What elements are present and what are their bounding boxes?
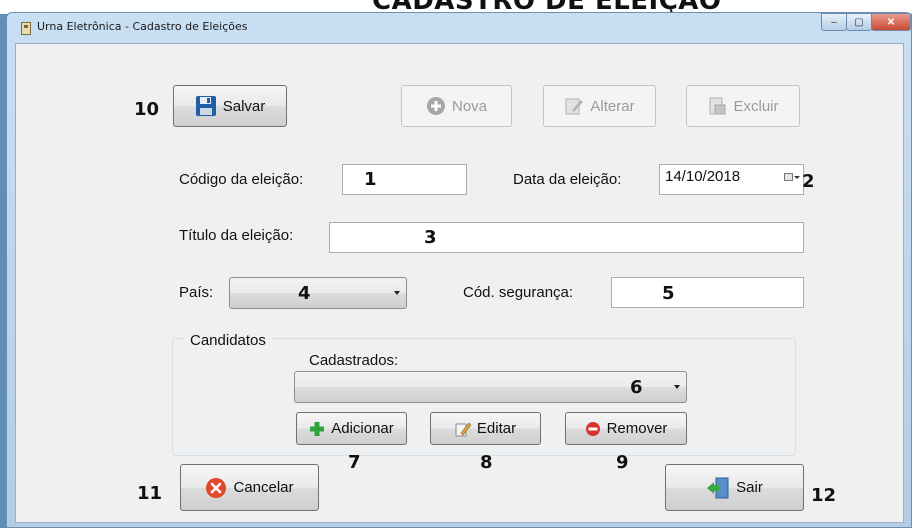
save-button[interactable]: Salvar	[173, 85, 287, 127]
window-title: Urna Eletrônica - Cadastro de Eleições	[37, 20, 248, 33]
candidates-group-title: Candidatos	[184, 332, 272, 350]
title-label: Título da eleição:	[179, 227, 294, 244]
minimize-button[interactable]: –	[821, 13, 847, 31]
date-value: 14/10/2018	[665, 168, 741, 185]
annotation-6: 6	[630, 377, 643, 398]
annotation-3: 3	[424, 227, 437, 248]
add-candidate-button[interactable]: Adicionar	[296, 412, 407, 445]
remove-candidate-label: Remover	[606, 420, 668, 437]
country-label: País:	[179, 284, 214, 301]
registered-label: Cadastrados:	[309, 352, 399, 369]
cancel-button[interactable]: Cancelar	[180, 464, 319, 511]
date-picker[interactable]: 14/10/2018	[659, 164, 804, 195]
delete-document-icon	[709, 97, 726, 115]
app-window: Urna Eletrônica - Cadastro de Eleições –…	[6, 12, 912, 528]
title-bar: Urna Eletrônica - Cadastro de Eleições –…	[7, 13, 911, 43]
calendar-icon[interactable]	[784, 173, 793, 181]
new-button[interactable]: Nova	[401, 85, 512, 127]
chevron-down-icon	[794, 176, 800, 179]
close-button[interactable]: ✕	[871, 13, 911, 31]
save-button-label: Salvar	[222, 97, 266, 115]
annotation-7: 7	[348, 452, 361, 473]
ballot-box-icon	[21, 22, 31, 35]
edit-record-label: Alterar	[590, 97, 635, 115]
add-candidate-label: Adicionar	[331, 420, 394, 437]
green-plus-icon	[310, 421, 325, 436]
cancel-button-label: Cancelar	[233, 479, 294, 496]
plus-circle-icon	[426, 97, 445, 115]
delete-button-label: Excluir	[733, 97, 779, 115]
security-label: Cód. segurança:	[463, 284, 574, 301]
security-code-input[interactable]	[611, 277, 804, 308]
delete-button[interactable]: Excluir	[686, 85, 800, 127]
chevron-down-icon	[674, 385, 680, 389]
edit-candidate-label: Editar	[476, 420, 517, 437]
title-input[interactable]	[329, 222, 804, 253]
remove-candidate-button[interactable]: Remover	[565, 412, 687, 445]
new-button-label: Nova	[451, 97, 488, 115]
form-area: 10 Salvar Nova Alterar Excluir Código da…	[15, 43, 904, 523]
edit-record-button[interactable]: Alterar	[543, 85, 656, 127]
country-select[interactable]	[229, 277, 407, 309]
annotation-10: 10	[134, 99, 160, 120]
exit-button-label: Sair	[736, 479, 763, 496]
pencil-document-icon	[565, 98, 584, 115]
exit-door-icon	[707, 477, 729, 498]
annotation-2: 2	[802, 171, 815, 192]
red-x-icon	[206, 477, 227, 498]
annotation-12: 12	[811, 485, 837, 506]
floppy-disk-icon	[195, 96, 216, 116]
registered-candidates-select[interactable]	[294, 371, 687, 403]
date-label: Data da eleição:	[513, 171, 622, 188]
maximize-button[interactable]: ▢	[846, 13, 872, 31]
code-label: Código da eleição:	[179, 171, 304, 188]
annotation-4: 4	[298, 283, 311, 304]
exit-button[interactable]: Sair	[665, 464, 804, 511]
window-controls: – ▢ ✕	[821, 13, 911, 33]
code-input[interactable]	[342, 164, 467, 195]
chevron-down-icon	[394, 291, 400, 295]
red-minus-icon	[585, 421, 600, 436]
pencil-document-icon	[455, 422, 471, 436]
annotation-11: 11	[137, 483, 163, 504]
annotation-8: 8	[480, 452, 493, 473]
edit-candidate-button[interactable]: Editar	[430, 412, 541, 445]
annotation-9: 9	[616, 452, 629, 473]
annotation-5: 5	[662, 283, 675, 304]
annotation-1: 1	[364, 169, 377, 190]
